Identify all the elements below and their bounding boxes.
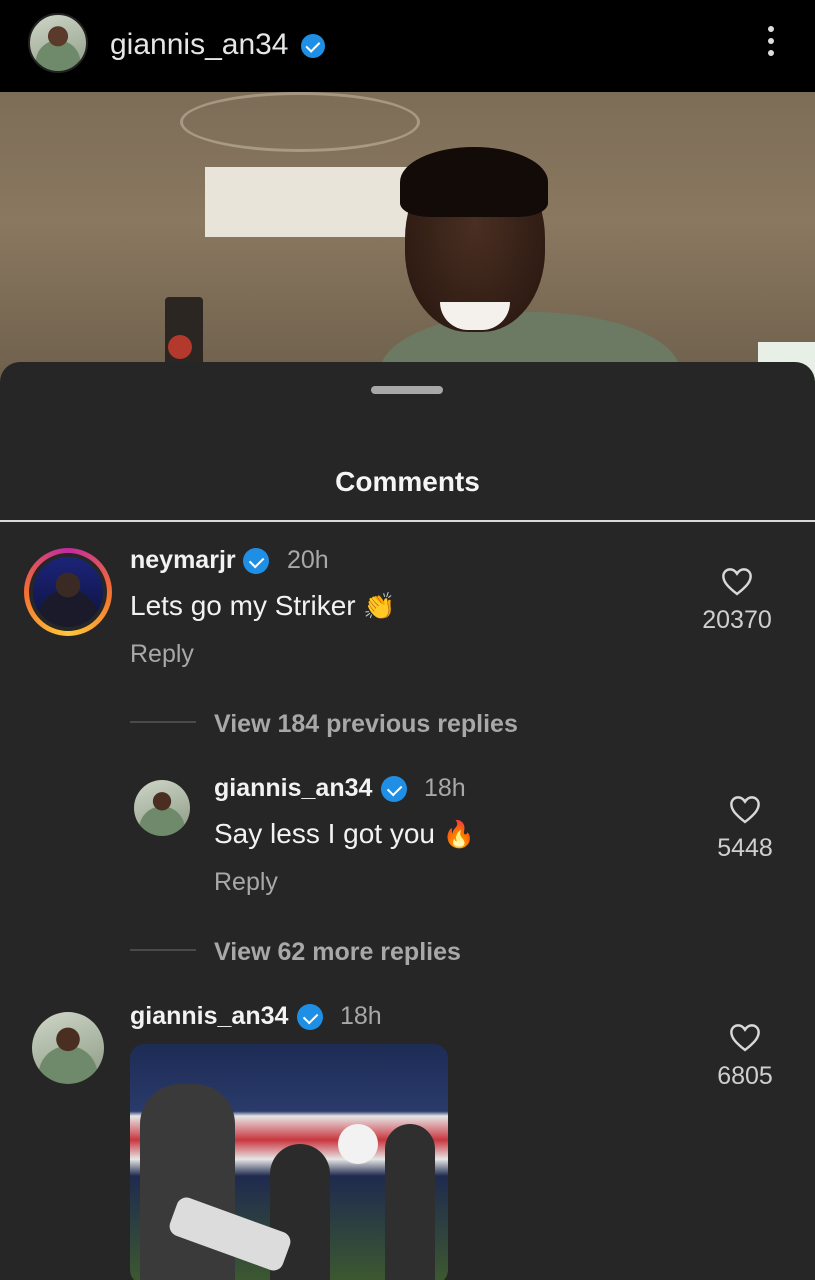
fire-emoji: 🔥 [442,819,476,849]
comment-time: 18h [340,1002,382,1030]
more-options-icon[interactable] [760,26,782,64]
commenter-avatar[interactable] [24,548,112,636]
reply-button[interactable]: Reply [130,640,194,669]
sheet-title: Comments [335,466,480,497]
view-previous-replies[interactable]: View 184 previous replies [214,710,518,739]
profile-avatar[interactable] [28,13,88,73]
profile-username[interactable]: giannis_an34 [110,28,289,62]
like-count: 5448 [717,834,773,862]
sheet-divider [0,520,815,522]
ceiling-light [205,167,415,237]
reply-button[interactable]: Reply [214,868,278,897]
verified-badge-icon [301,34,325,58]
comment-text: Say less I got you 🔥 [214,818,476,849]
verified-badge-icon [243,548,269,574]
sheet-drag-handle[interactable] [371,386,443,394]
commenter-avatar[interactable] [32,1012,104,1084]
ceiling-vent [180,92,420,152]
gif-ball [338,1124,378,1164]
wall-speaker [165,297,203,367]
like-count: 20370 [702,606,772,634]
clap-emoji: 👏 [363,591,396,621]
comment-gif[interactable] [130,1044,448,1280]
post-image [0,92,815,382]
thread-line [130,721,196,723]
like-count: 6805 [717,1062,773,1090]
commenter-avatar[interactable] [134,780,190,836]
comment-username[interactable]: giannis_an34 [214,774,372,803]
view-more-replies[interactable]: View 62 more replies [214,938,461,967]
comment-time: 18h [424,774,466,802]
comment-username[interactable]: giannis_an34 [130,1002,288,1031]
person-hair [400,147,548,217]
verified-badge-icon [297,1004,323,1030]
gif-person [385,1124,435,1280]
comment-time: 20h [287,546,329,574]
heart-icon[interactable] [728,1022,762,1052]
heart-icon[interactable] [720,566,754,596]
comment-text: Lets go my Striker 👏 [130,590,396,621]
verified-badge-icon [381,776,407,802]
heart-icon[interactable] [728,794,762,824]
top-bar: giannis_an34 [0,0,815,92]
thread-line [130,949,196,951]
comment-username[interactable]: neymarjr [130,546,236,575]
comments-sheet: Comments neymarjr 20h Lets go my Striker… [0,362,815,1280]
